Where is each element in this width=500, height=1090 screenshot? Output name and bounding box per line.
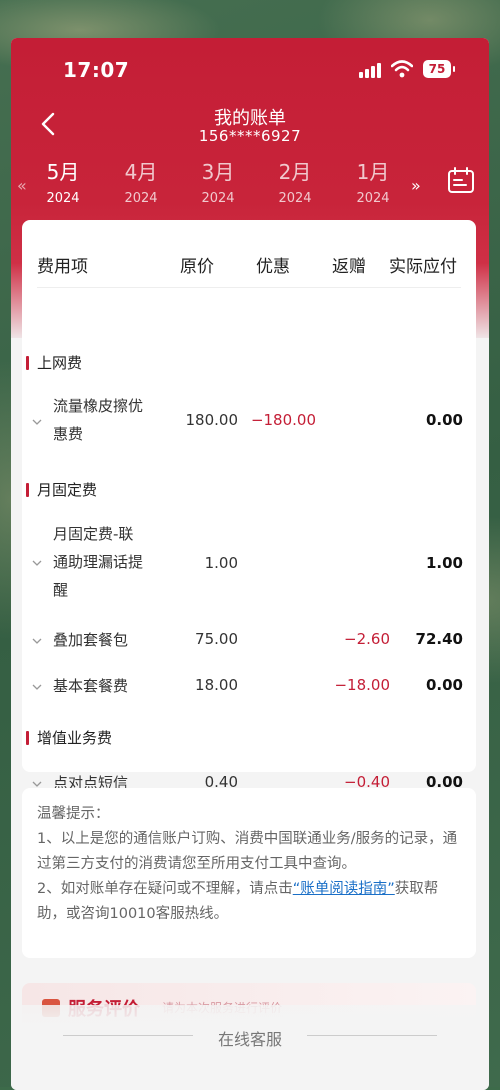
header-original: 原价: [180, 257, 214, 277]
divider-right: [307, 1035, 437, 1036]
online-service-button[interactable]: 在线客服: [11, 1026, 489, 1050]
row-name: 月固定费-联 通助理漏话提 醒: [53, 520, 157, 604]
tips-line-2-prefix: 2、如对账单存在疑问或不理解，请点击: [37, 881, 293, 897]
row-original: 18.00: [195, 676, 238, 694]
category-label: 月固定费: [37, 481, 98, 499]
header-actual: 实际应付: [389, 257, 457, 277]
month-label: 5月: [46, 160, 80, 184]
table-header: 费用项 原价 优惠 返赠 实际应付: [22, 252, 476, 280]
row-actual: 72.40: [415, 630, 463, 648]
year-label: 2024: [201, 191, 235, 206]
chevron-down-icon[interactable]: [32, 417, 42, 427]
header-discount: 优惠: [256, 257, 290, 277]
table-row[interactable]: 流量橡皮擦优 惠费 180.00 −180.00 0.00: [22, 392, 476, 452]
row-name-line: 流量橡皮擦优: [53, 397, 144, 415]
wifi-icon: [391, 60, 413, 78]
row-original: 75.00: [195, 630, 238, 648]
tips-card: 温馨提示： 1、以上是您的通信账户订购、消费中国联通业务/服务的记录，通过第三方…: [22, 788, 476, 958]
row-actual: 1.00: [425, 554, 463, 572]
month-tab-3[interactable]: 3月 2024: [183, 156, 253, 206]
row-name: 流量橡皮擦优 惠费: [53, 392, 157, 448]
nav-bar: 我的账单 156****6927: [11, 100, 489, 150]
month-label: 3月: [201, 160, 235, 184]
year-label: 2024: [46, 191, 80, 206]
calendar-icon[interactable]: [447, 166, 475, 194]
month-tab-2[interactable]: 4月 2024: [106, 156, 176, 206]
table-row[interactable]: 基本套餐费 18.00 −18.00 0.00: [22, 672, 476, 700]
row-name-line: 月固定费-联: [53, 525, 134, 543]
header-item: 费用项: [37, 257, 88, 277]
month-label: 1月: [356, 160, 390, 184]
next-months-icon[interactable]: »: [411, 176, 421, 195]
app-screen: 17:07 75 我的账单 156****6927 « 5月 2024 4月 2…: [11, 38, 489, 1090]
header-gift: 返赠: [332, 257, 366, 277]
header-divider: [37, 287, 461, 288]
year-label: 2024: [278, 191, 312, 206]
tips-line-1: 1、以上是您的通信账户订购、消费中国联通业务/服务的记录，通过第三方支付的消费请…: [37, 831, 458, 872]
category-header: 增值业务费: [26, 727, 112, 748]
row-original: 1.00: [204, 554, 238, 572]
category-header: 月固定费: [26, 479, 97, 500]
month-label: 2月: [278, 160, 312, 184]
category-marker: [26, 356, 29, 370]
year-label: 2024: [124, 191, 158, 206]
status-time: 17:07: [63, 58, 130, 82]
row-name: 基本套餐费: [53, 677, 129, 695]
category-header: 上网费: [26, 352, 82, 373]
table-row[interactable]: 月固定费-联 通助理漏话提 醒 1.00 1.00: [22, 520, 476, 606]
bill-guide-link[interactable]: “账单阅读指南”: [293, 881, 395, 897]
row-actual: 0.00: [425, 676, 463, 694]
phone-number: 156****6927: [198, 127, 302, 145]
month-tab-5[interactable]: 1月 2024: [338, 156, 408, 206]
chevron-down-icon[interactable]: [32, 558, 42, 568]
tips-line-2: 2、如对账单存在疑问或不理解，请点击“账单阅读指南”获取帮助，或咨询10010客…: [37, 877, 461, 927]
category-label: 上网费: [37, 354, 83, 372]
row-discount: −180.00: [250, 411, 316, 429]
year-label: 2024: [356, 191, 390, 206]
row-gift: −2.60: [344, 630, 390, 648]
bill-card: 费用项 原价 优惠 返赠 实际应付 上网费 流量橡皮擦优 惠费 180.00 −…: [22, 220, 476, 792]
category-marker: [26, 483, 29, 497]
row-name-line: 惠费: [53, 425, 84, 443]
bottom-bar: 在线客服: [11, 1005, 489, 1090]
row-name: 叠加套餐包: [53, 631, 129, 649]
prev-months-icon[interactable]: «: [17, 176, 27, 195]
month-label: 4月: [124, 160, 158, 184]
row-gift: −18.00: [334, 676, 390, 694]
chevron-down-icon[interactable]: [32, 682, 42, 692]
row-original: 180.00: [185, 411, 239, 429]
month-tab-4[interactable]: 2月 2024: [260, 156, 330, 206]
signal-icon: [359, 62, 383, 78]
row-name-line: 醒: [53, 581, 69, 599]
table-row[interactable]: 叠加套餐包 75.00 −2.60 72.40: [22, 626, 476, 654]
category-label: 增值业务费: [37, 729, 113, 747]
status-bar: 17:07 75: [11, 56, 489, 86]
month-tab-1[interactable]: 5月 2024: [28, 156, 98, 206]
row-actual: 0.00: [425, 411, 463, 429]
category-marker: [26, 731, 29, 745]
tips-text: 温馨提示： 1、以上是您的通信账户订购、消费中国联通业务/服务的记录，通过第三方…: [37, 802, 461, 927]
row-name-line: 通助理漏话提: [53, 553, 144, 571]
month-selector: « 5月 2024 4月 2024 3月 2024 2月 2024 1月 202…: [11, 156, 489, 216]
tips-title: 温馨提示：: [37, 806, 110, 822]
chevron-down-icon[interactable]: [32, 636, 42, 646]
battery-icon: 75: [423, 60, 455, 78]
